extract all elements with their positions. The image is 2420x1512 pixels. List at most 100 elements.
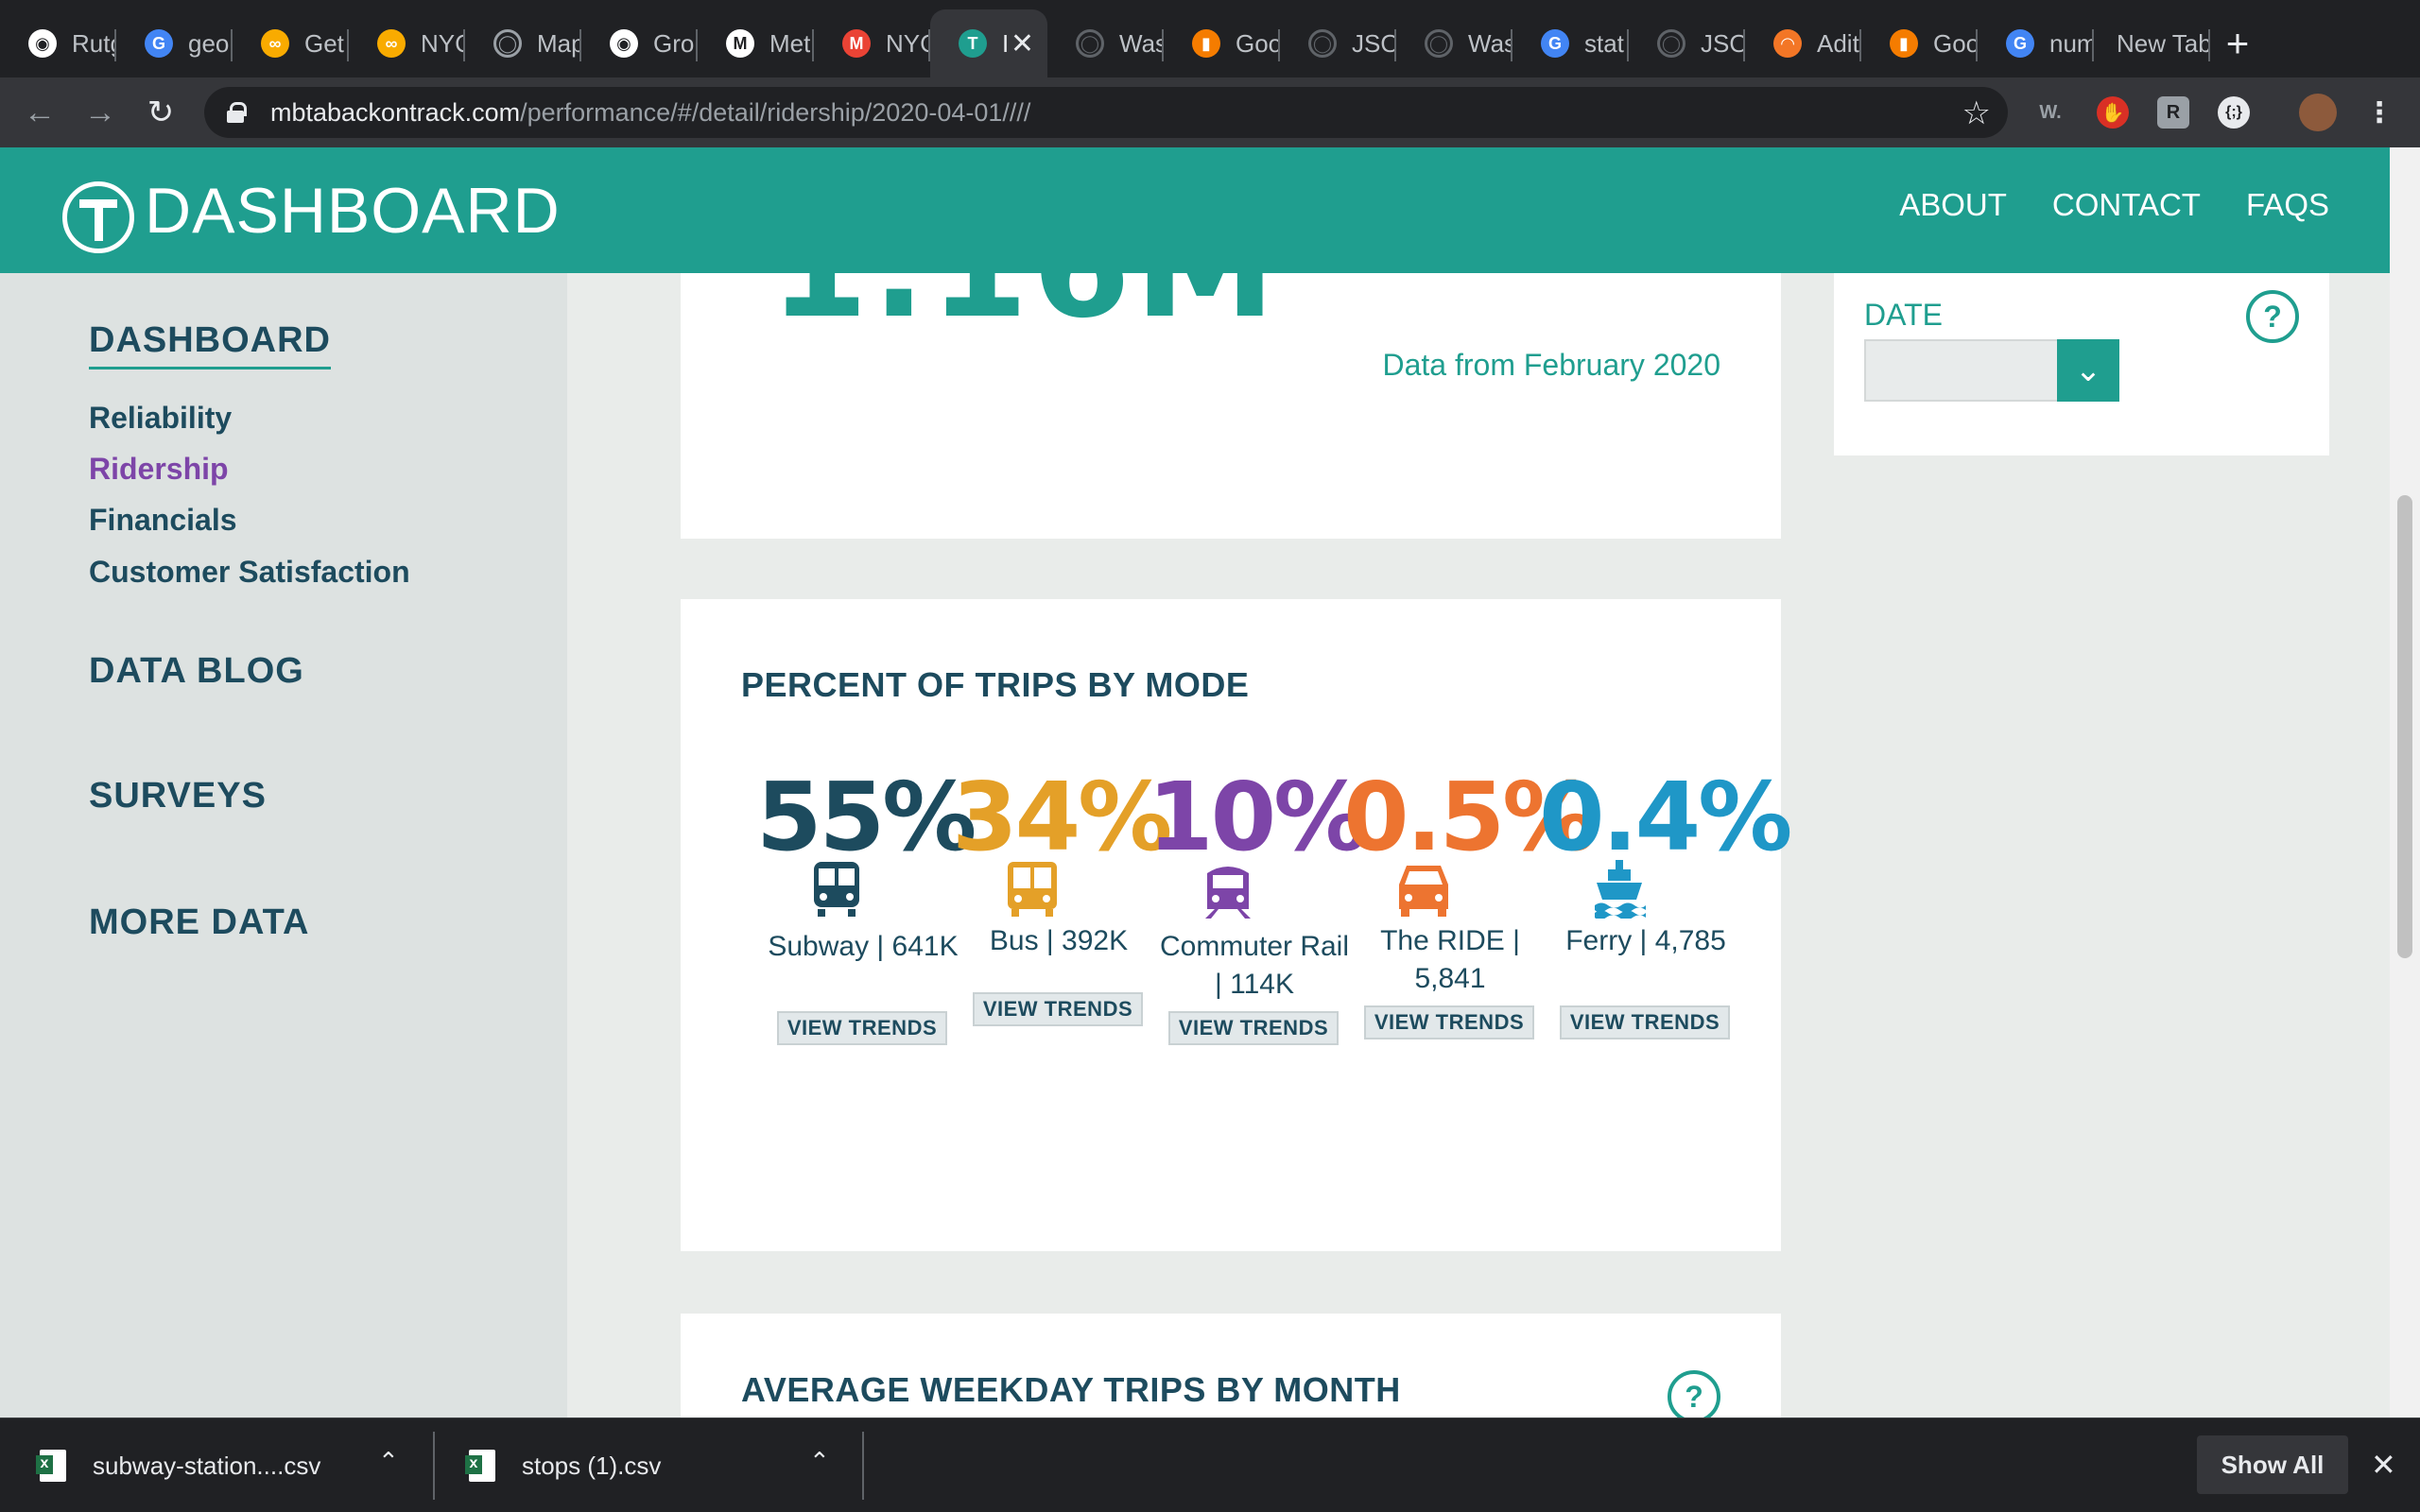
sidebar-item-reliability[interactable]: Reliability xyxy=(89,401,232,436)
github-icon: ◉ xyxy=(28,29,57,58)
browser-tab[interactable]: Gstat xyxy=(1512,12,1629,75)
mbta-icon: T xyxy=(959,29,987,58)
close-icon[interactable]: ✕ xyxy=(1011,27,1034,60)
browser-tab[interactable]: M Met xyxy=(698,12,814,75)
site-brand[interactable]: DASHBOARD xyxy=(145,174,561,248)
new-tab-button[interactable]: + xyxy=(2210,12,2265,75)
browser-tab[interactable]: ▮ Goo xyxy=(1164,12,1280,75)
browser-tab-strip: ◉RutgGgeor∞Get∞NYC◯Map◉GrouMMetMNYCTI✕◯W… xyxy=(0,0,2420,77)
the-ride-van-icon xyxy=(1399,866,1448,917)
globe-icon: ◯ xyxy=(1657,29,1685,58)
chevron-up-icon[interactable]: ⌃ xyxy=(378,1447,399,1476)
view-trends-button[interactable]: VIEW TRENDS xyxy=(973,992,1143,1026)
tab-title: Met xyxy=(769,28,811,58)
tab-title: Map xyxy=(537,28,581,58)
sidebar-item-ridership[interactable]: Ridership xyxy=(89,452,229,487)
sidebar-item-customer-satisfaction[interactable]: Customer Satisfaction xyxy=(89,555,410,590)
excel-file-icon xyxy=(36,1450,66,1482)
browser-tab[interactable]: ◯ Was xyxy=(1047,12,1164,75)
sidebar-section-more-data[interactable]: MORE DATA xyxy=(89,902,309,943)
extension-icon[interactable]: {;} xyxy=(2218,96,2250,129)
date-select[interactable]: ⌄ xyxy=(1864,339,2119,402)
download-item[interactable]: stops (1).csv xyxy=(465,1432,662,1500)
view-trends-button[interactable]: VIEW TRENDS xyxy=(1364,1005,1534,1040)
browser-tab[interactable]: ◉ Grou xyxy=(581,12,698,75)
mode-label: Bus | 392K xyxy=(989,925,1129,956)
globe-icon: ◯ xyxy=(1425,29,1453,58)
view-trends-button[interactable]: VIEW TRENDS xyxy=(777,1011,947,1045)
ridership-summary-card: 1.16M Data from February 2020 xyxy=(681,242,1781,539)
browser-tab[interactable]: New Tab xyxy=(2094,12,2210,75)
tab-title: Grou xyxy=(653,28,698,58)
excel-file-icon xyxy=(465,1450,495,1482)
chevron-up-icon[interactable]: ⌃ xyxy=(809,1447,830,1476)
github-icon: ◉ xyxy=(610,29,638,58)
colab-icon: ∞ xyxy=(261,29,289,58)
date-label: DATE xyxy=(1864,298,1943,332)
browser-tab[interactable]: ◉ Rutg xyxy=(0,12,116,75)
browser-tab[interactable]: ▮ Goo xyxy=(1861,12,1978,75)
nav-contact[interactable]: CONTACT xyxy=(2052,187,2201,223)
reload-button[interactable]: ↻ xyxy=(130,82,191,143)
book-icon: ▮ xyxy=(1192,29,1220,58)
site-header: DASHBOARD ABOUT CONTACT FAQS xyxy=(0,147,2390,273)
profile-avatar[interactable] xyxy=(2299,94,2337,131)
browser-tab[interactable]: ◯ JSO xyxy=(1280,12,1396,75)
commuter-rail-icon xyxy=(1205,867,1251,919)
nav-faqs[interactable]: FAQS xyxy=(2246,187,2329,223)
download-item[interactable]: subway-station....csv xyxy=(36,1432,321,1500)
tab-title: stat xyxy=(1584,28,1624,58)
bookmark-star-icon[interactable]: ☆ xyxy=(1962,94,1991,132)
google-icon: G xyxy=(1541,29,1569,58)
browser-tab[interactable]: M NYC xyxy=(814,12,930,75)
scrollbar-thumb[interactable] xyxy=(2397,495,2412,958)
address-bar[interactable]: mbtabackontrack.com/performance/#/detail… xyxy=(204,87,2008,138)
page-scrollbar[interactable] xyxy=(2390,147,2420,1418)
help-icon[interactable]: ? xyxy=(1668,1370,1720,1418)
mode-label: Ferry | 4,785 xyxy=(1565,925,1726,956)
tab-title: Goo xyxy=(1933,28,1978,58)
percent-trips-by-mode-card: PERCENT OF TRIPS BY MODE 55% Subway | 64… xyxy=(681,599,1792,1251)
sidebar: DASHBOARD Reliability Ridership Financia… xyxy=(0,273,567,1418)
sidebar-section-surveys[interactable]: SURVEYS xyxy=(89,776,267,816)
browser-tab[interactable]: ◯ Map xyxy=(465,12,581,75)
divider xyxy=(433,1432,435,1500)
mode-percent: 0.4% xyxy=(1539,762,1792,872)
colab-icon: ∞ xyxy=(377,29,406,58)
forward-button[interactable]: → xyxy=(70,82,130,143)
sidebar-title[interactable]: DASHBOARD xyxy=(89,320,331,369)
view-trends-button[interactable]: VIEW TRENDS xyxy=(1168,1011,1339,1045)
browser-tab[interactable]: ◯ JSO xyxy=(1629,12,1745,75)
help-icon[interactable]: ? xyxy=(2246,290,2299,343)
browser-tab[interactable]: ◯ Was xyxy=(1396,12,1512,75)
extension-icon[interactable]: R xyxy=(2157,96,2189,129)
sidebar-item-financials[interactable]: Financials xyxy=(89,503,237,538)
mode-label: The RIDE | 5,841 xyxy=(1380,925,1520,994)
show-all-button[interactable]: Show All xyxy=(2197,1435,2348,1494)
download-filename: stops (1).csv xyxy=(522,1451,662,1480)
download-filename: subway-station....csv xyxy=(93,1451,321,1480)
top-nav: ABOUT CONTACT FAQS xyxy=(1899,187,2329,223)
browser-tab[interactable]: Ggeor xyxy=(116,12,233,75)
back-button[interactable]: ← xyxy=(9,82,70,143)
writing-extension-icon[interactable]: W. xyxy=(2034,96,2066,129)
chevron-down-icon[interactable]: ⌄ xyxy=(2057,339,2119,402)
tab-title: Was xyxy=(1468,28,1512,58)
view-trends-button[interactable]: VIEW TRENDS xyxy=(1560,1005,1730,1040)
tab-title: NYC xyxy=(886,28,930,58)
mode-label: Subway | 641K xyxy=(768,931,959,962)
browser-tab[interactable]: Gnum xyxy=(1978,12,2094,75)
sidebar-section-data-blog[interactable]: DATA BLOG xyxy=(89,651,304,692)
browser-tab[interactable]: ◠ Adit xyxy=(1745,12,1861,75)
close-icon[interactable]: ✕ xyxy=(2371,1447,2396,1483)
mbta-logo-icon[interactable] xyxy=(62,181,134,253)
tab-title: JSO xyxy=(1701,28,1745,58)
page-viewport: DASHBOARD ABOUT CONTACT FAQS DASHBOARD R… xyxy=(0,147,2420,1418)
browser-menu-icon[interactable]: ⋮ xyxy=(2363,96,2395,129)
adblock-hand-icon[interactable]: ✋ xyxy=(2097,96,2129,129)
nav-about[interactable]: ABOUT xyxy=(1899,187,2007,223)
data-source-note: Data from February 2020 xyxy=(1382,348,1721,382)
browser-tab[interactable]: ∞ Get xyxy=(233,12,349,75)
tab-active[interactable]: T I ✕ xyxy=(930,9,1047,77)
browser-tab[interactable]: ∞ NYC xyxy=(349,12,465,75)
